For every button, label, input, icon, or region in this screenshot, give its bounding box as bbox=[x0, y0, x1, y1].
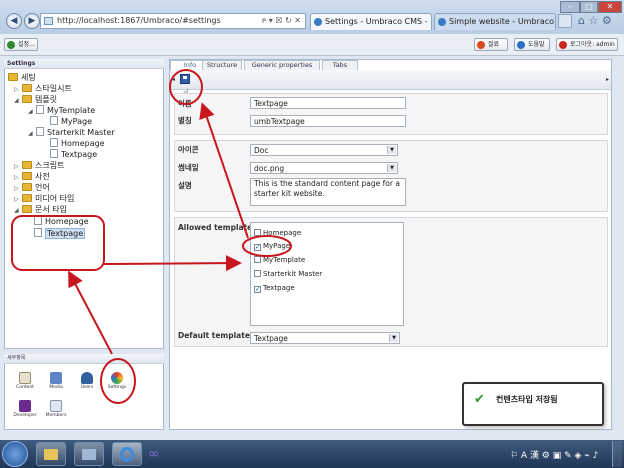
arrow-to-save-button bbox=[199, 102, 249, 239]
arrow-to-mypage bbox=[103, 255, 242, 272]
highlight-mypage-checkbox bbox=[242, 235, 292, 257]
highlight-settings-section bbox=[100, 358, 136, 404]
arrow-to-document-types bbox=[68, 270, 113, 355]
highlight-save-button bbox=[169, 69, 203, 105]
screenshot-root: ◀ ▶ http://localhost:1867/Umbraco/#setti… bbox=[0, 0, 624, 468]
annotation-overlay bbox=[11, 69, 292, 404]
highlight-document-types bbox=[11, 215, 105, 271]
